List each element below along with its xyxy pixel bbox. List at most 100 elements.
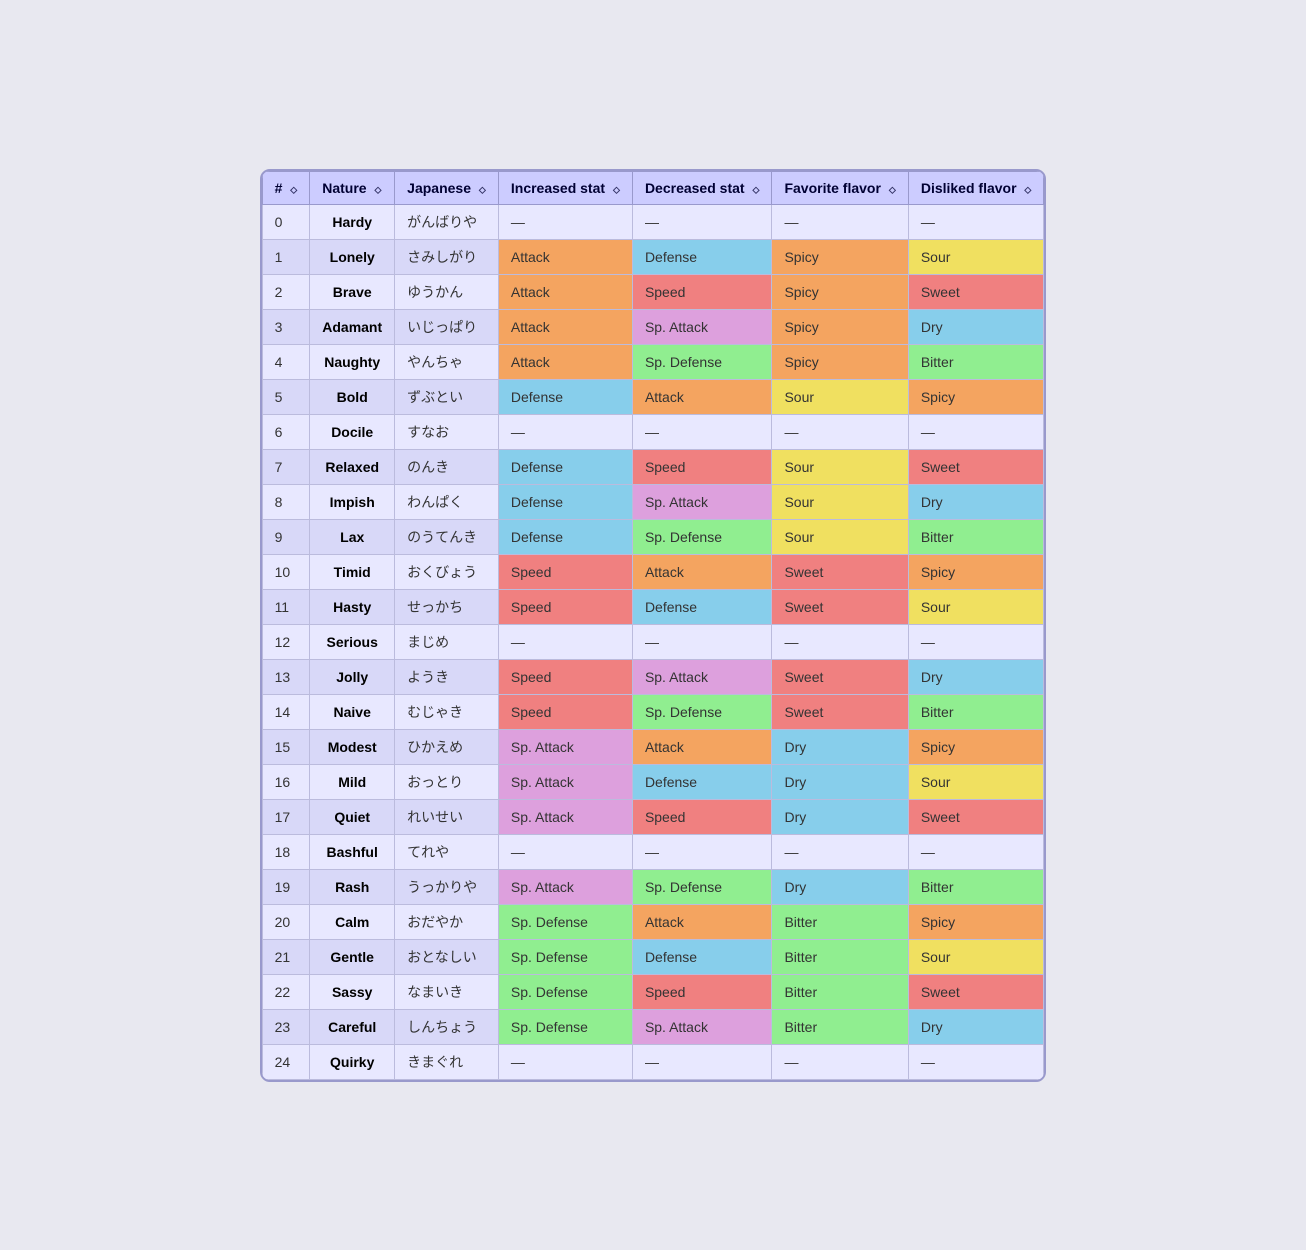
table-row: 4NaughtyやんちゃAttackSp. DefenseSpicyBitter: [262, 344, 1044, 379]
cell-favorite-flavor: Dry: [772, 799, 908, 834]
cell-favorite-flavor: Spicy: [772, 309, 908, 344]
cell-japanese: せっかち: [395, 589, 499, 624]
cell-decreased-stat: Sp. Attack: [632, 659, 772, 694]
cell-increased-stat: Sp. Defense: [498, 939, 632, 974]
cell-id: 22: [262, 974, 310, 1009]
cell-increased-stat: Speed: [498, 589, 632, 624]
table-row: 15ModestひかえめSp. AttackAttackDrySpicy: [262, 729, 1044, 764]
table-row: 19RashうっかりやSp. AttackSp. DefenseDryBitte…: [262, 869, 1044, 904]
cell-decreased-stat: Sp. Attack: [632, 1009, 772, 1044]
column-header-disliked-flavor[interactable]: Disliked flavor ⬦: [908, 171, 1044, 204]
cell-increased-stat: —: [498, 414, 632, 449]
column-header-nature[interactable]: Nature ⬦: [310, 171, 395, 204]
column-header-favorite-flavor[interactable]: Favorite flavor ⬦: [772, 171, 908, 204]
table-row: 24Quirkyきまぐれ————: [262, 1044, 1044, 1079]
table-row: 8ImpishわんぱくDefenseSp. AttackSourDry: [262, 484, 1044, 519]
cell-id: 8: [262, 484, 310, 519]
cell-nature: Bold: [310, 379, 395, 414]
cell-nature: Timid: [310, 554, 395, 589]
cell-increased-stat: —: [498, 834, 632, 869]
cell-id: 14: [262, 694, 310, 729]
cell-decreased-stat: Attack: [632, 379, 772, 414]
cell-disliked-flavor: Bitter: [908, 344, 1044, 379]
cell-favorite-flavor: —: [772, 204, 908, 239]
cell-nature: Serious: [310, 624, 395, 659]
cell-disliked-flavor: Sour: [908, 239, 1044, 274]
cell-disliked-flavor: Spicy: [908, 729, 1044, 764]
sort-icon: ⬦: [374, 185, 381, 196]
cell-decreased-stat: Sp. Defense: [632, 694, 772, 729]
cell-increased-stat: Sp. Attack: [498, 729, 632, 764]
cell-favorite-flavor: —: [772, 834, 908, 869]
cell-favorite-flavor: Spicy: [772, 239, 908, 274]
cell-increased-stat: Sp. Attack: [498, 799, 632, 834]
cell-increased-stat: Sp. Defense: [498, 1009, 632, 1044]
cell-increased-stat: Sp. Attack: [498, 869, 632, 904]
cell-disliked-flavor: Sweet: [908, 799, 1044, 834]
cell-favorite-flavor: Bitter: [772, 1009, 908, 1044]
cell-japanese: さみしがり: [395, 239, 499, 274]
table-row: 6Docileすなお————: [262, 414, 1044, 449]
table-row: 7RelaxedのんきDefenseSpeedSourSweet: [262, 449, 1044, 484]
cell-nature: Sassy: [310, 974, 395, 1009]
cell-increased-stat: Sp. Attack: [498, 764, 632, 799]
cell-favorite-flavor: Bitter: [772, 904, 908, 939]
cell-decreased-stat: Speed: [632, 449, 772, 484]
cell-favorite-flavor: Spicy: [772, 274, 908, 309]
cell-nature: Docile: [310, 414, 395, 449]
cell-increased-stat: Defense: [498, 379, 632, 414]
table-row: 21GentleおとなしいSp. DefenseDefenseBitterSou…: [262, 939, 1044, 974]
cell-decreased-stat: —: [632, 414, 772, 449]
cell-decreased-stat: Attack: [632, 729, 772, 764]
cell-id: 10: [262, 554, 310, 589]
cell-disliked-flavor: Spicy: [908, 554, 1044, 589]
cell-id: 7: [262, 449, 310, 484]
cell-favorite-flavor: Dry: [772, 869, 908, 904]
cell-id: 18: [262, 834, 310, 869]
column-header-#[interactable]: # ⬦: [262, 171, 310, 204]
cell-decreased-stat: Sp. Defense: [632, 344, 772, 379]
cell-increased-stat: Attack: [498, 274, 632, 309]
cell-nature: Modest: [310, 729, 395, 764]
cell-increased-stat: Sp. Defense: [498, 974, 632, 1009]
cell-id: 15: [262, 729, 310, 764]
cell-favorite-flavor: Sweet: [772, 589, 908, 624]
cell-japanese: やんちゃ: [395, 344, 499, 379]
cell-japanese: むじゃき: [395, 694, 499, 729]
cell-japanese: わんぱく: [395, 484, 499, 519]
cell-nature: Calm: [310, 904, 395, 939]
cell-decreased-stat: Defense: [632, 239, 772, 274]
cell-japanese: おとなしい: [395, 939, 499, 974]
column-header-increased-stat[interactable]: Increased stat ⬦: [498, 171, 632, 204]
cell-japanese: ようき: [395, 659, 499, 694]
nature-table: # ⬦Nature ⬦Japanese ⬦Increased stat ⬦Dec…: [262, 171, 1045, 1080]
cell-disliked-flavor: —: [908, 414, 1044, 449]
cell-disliked-flavor: Bitter: [908, 694, 1044, 729]
sort-icon: ⬦: [752, 185, 759, 196]
cell-nature: Lax: [310, 519, 395, 554]
cell-increased-stat: —: [498, 1044, 632, 1079]
sort-icon: ⬦: [889, 185, 896, 196]
cell-nature: Adamant: [310, 309, 395, 344]
cell-nature: Lonely: [310, 239, 395, 274]
cell-japanese: まじめ: [395, 624, 499, 659]
table-row: 10TimidおくびょうSpeedAttackSweetSpicy: [262, 554, 1044, 589]
column-header-japanese[interactable]: Japanese ⬦: [395, 171, 499, 204]
sort-icon: ⬦: [1024, 185, 1031, 196]
cell-japanese: ゆうかん: [395, 274, 499, 309]
cell-favorite-flavor: Dry: [772, 729, 908, 764]
cell-id: 19: [262, 869, 310, 904]
cell-decreased-stat: Sp. Attack: [632, 309, 772, 344]
nature-table-container: # ⬦Nature ⬦Japanese ⬦Increased stat ⬦Dec…: [260, 169, 1047, 1082]
cell-nature: Jolly: [310, 659, 395, 694]
cell-decreased-stat: —: [632, 834, 772, 869]
cell-id: 20: [262, 904, 310, 939]
cell-increased-stat: Speed: [498, 659, 632, 694]
cell-decreased-stat: —: [632, 624, 772, 659]
cell-disliked-flavor: —: [908, 204, 1044, 239]
column-header-decreased-stat[interactable]: Decreased stat ⬦: [632, 171, 772, 204]
cell-disliked-flavor: Bitter: [908, 869, 1044, 904]
cell-decreased-stat: Attack: [632, 554, 772, 589]
cell-disliked-flavor: Dry: [908, 484, 1044, 519]
cell-decreased-stat: —: [632, 204, 772, 239]
